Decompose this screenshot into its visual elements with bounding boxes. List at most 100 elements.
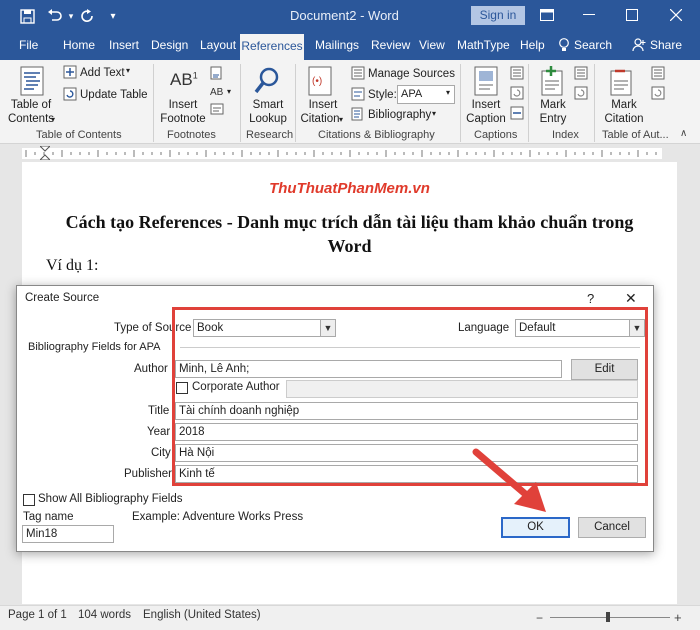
cancel-button[interactable]: Cancel: [578, 517, 646, 538]
group-separator: [594, 64, 595, 142]
dialog-title: Create Source: [25, 292, 100, 304]
vertical-scrollbar[interactable]: [684, 162, 700, 604]
insert-endnote-icon[interactable]: [210, 66, 224, 83]
zoom-in-icon[interactable]: +: [674, 610, 682, 625]
city-label: City: [151, 447, 171, 459]
insert-footnote-label-2[interactable]: Footnote: [160, 112, 206, 126]
mark-citation-label-1[interactable]: Mark: [604, 98, 644, 112]
year-label: Year: [147, 426, 171, 438]
tab-mailings[interactable]: Mailings: [315, 38, 359, 52]
mark-citation-icon[interactable]: [610, 66, 634, 99]
tab-home[interactable]: Home: [63, 38, 95, 52]
share-button[interactable]: Share: [650, 38, 682, 52]
show-notes-icon[interactable]: [210, 102, 224, 119]
word-count[interactable]: 104 words: [78, 609, 131, 621]
insert-citation-dropdown-icon[interactable]: ▾: [339, 115, 343, 124]
ribbon-display-icon[interactable]: [535, 4, 559, 26]
tell-me-search[interactable]: Search: [574, 38, 612, 52]
group-separator: [240, 64, 241, 142]
highlight-box: [172, 307, 648, 486]
document-heading: Cách tạo References - Danh mục trích dẫn…: [65, 212, 634, 256]
tab-insert[interactable]: Insert: [109, 38, 139, 52]
lightbulb-icon: [558, 38, 570, 55]
close-window-icon[interactable]: [664, 4, 688, 26]
sign-in-button[interactable]: Sign in: [471, 6, 525, 25]
indent-marker-icon[interactable]: [38, 145, 52, 163]
add-text-icon[interactable]: [63, 65, 77, 82]
toc-dropdown-icon[interactable]: ▾: [51, 115, 55, 124]
insert-citation-label-2[interactable]: Citation: [296, 112, 344, 126]
zoom-out-icon[interactable]: −: [536, 611, 543, 625]
tab-view[interactable]: View: [419, 38, 445, 52]
document-title: Document2 - Word: [290, 8, 399, 23]
next-footnote-icon[interactable]: AB: [210, 84, 224, 101]
zoom-slider[interactable]: [550, 617, 670, 618]
language-status[interactable]: English (United States): [143, 609, 261, 621]
style-dropdown-icon[interactable]: ▾: [446, 88, 450, 97]
insert-table-of-figures-icon[interactable]: [510, 66, 524, 83]
toc-label-1[interactable]: Table of: [6, 98, 56, 112]
insert-index-icon[interactable]: [574, 66, 588, 83]
group-separator: [528, 64, 529, 142]
smart-lookup-icon[interactable]: [254, 67, 280, 98]
tab-mathtype[interactable]: MathType: [457, 38, 510, 52]
update-table-button[interactable]: Update Table: [80, 88, 148, 102]
insert-caption-icon[interactable]: [474, 66, 498, 99]
share-person-icon[interactable]: [632, 38, 646, 55]
annotation-arrow: [472, 448, 546, 512]
ok-button[interactable]: OK: [501, 517, 570, 538]
zoom-slider-thumb[interactable]: [606, 612, 610, 622]
bibliography-icon[interactable]: [351, 107, 365, 124]
bibliography-button[interactable]: Bibliography: [368, 108, 431, 122]
tab-file[interactable]: File: [19, 38, 38, 52]
update-figures-table-icon[interactable]: [510, 86, 524, 103]
dialog-close-icon[interactable]: ✕: [625, 290, 637, 307]
cross-reference-icon[interactable]: [510, 106, 524, 123]
help-icon[interactable]: ?: [587, 291, 594, 306]
insert-footnote-label-1[interactable]: Insert: [160, 98, 206, 112]
toc-label-2[interactable]: Contents: [6, 112, 56, 126]
tab-references[interactable]: References: [240, 34, 304, 60]
add-text-dropdown-icon[interactable]: ▾: [126, 66, 130, 75]
mark-entry-label-2[interactable]: Entry: [535, 112, 571, 126]
minimize-icon[interactable]: [577, 4, 601, 26]
redo-icon[interactable]: [78, 7, 96, 25]
tab-design[interactable]: Design: [151, 38, 188, 52]
manage-sources-button[interactable]: Manage Sources: [368, 67, 455, 81]
mark-entry-icon[interactable]: [541, 66, 565, 99]
add-text-button[interactable]: Add Text: [80, 66, 125, 80]
smart-lookup-label-2[interactable]: Lookup: [246, 112, 290, 126]
author-label: Author: [134, 363, 168, 375]
maximize-icon[interactable]: [620, 4, 644, 26]
smart-lookup-label-1[interactable]: Smart: [246, 98, 290, 112]
insert-footnote-icon[interactable]: AB1: [170, 70, 198, 90]
update-index-icon[interactable]: [574, 86, 588, 103]
update-table-icon[interactable]: [63, 87, 77, 104]
insert-caption-label-2[interactable]: Caption: [464, 112, 508, 126]
group-index: Index: [552, 129, 579, 141]
customize-toolbar-icon[interactable]: ▾: [104, 7, 122, 25]
bibliography-dropdown-icon[interactable]: ▾: [432, 109, 436, 118]
example-hint: Example: Adventure Works Press: [132, 511, 304, 523]
insert-caption-label-1[interactable]: Insert: [466, 98, 506, 112]
footnote-ab-text: AB: [170, 70, 193, 89]
collapse-ribbon-icon[interactable]: ∧: [680, 128, 687, 139]
svg-text:(•): (•): [312, 76, 322, 87]
tag-name-input[interactable]: Min18: [22, 525, 114, 543]
insert-table-of-authorities-icon[interactable]: [651, 66, 665, 83]
table-of-contents-icon[interactable]: [20, 66, 44, 99]
save-icon[interactable]: [18, 7, 36, 25]
show-all-fields-checkbox[interactable]: [23, 494, 35, 506]
mark-entry-label-1[interactable]: Mark: [535, 98, 571, 112]
tab-help[interactable]: Help: [520, 38, 545, 52]
insert-citation-icon[interactable]: (•): [308, 66, 334, 99]
update-authorities-icon[interactable]: [651, 86, 665, 103]
page-count[interactable]: Page 1 of 1: [8, 609, 67, 621]
tab-layout[interactable]: Layout: [200, 38, 236, 52]
next-footnote-dropdown-icon[interactable]: ▾: [227, 87, 231, 96]
watermark-text: ThuThuatPhanMem.vn: [269, 180, 430, 197]
insert-citation-label-1[interactable]: Insert: [302, 98, 344, 112]
tab-review[interactable]: Review: [371, 38, 410, 52]
manage-sources-icon[interactable]: [351, 66, 365, 83]
mark-citation-label-2[interactable]: Citation: [602, 112, 646, 126]
